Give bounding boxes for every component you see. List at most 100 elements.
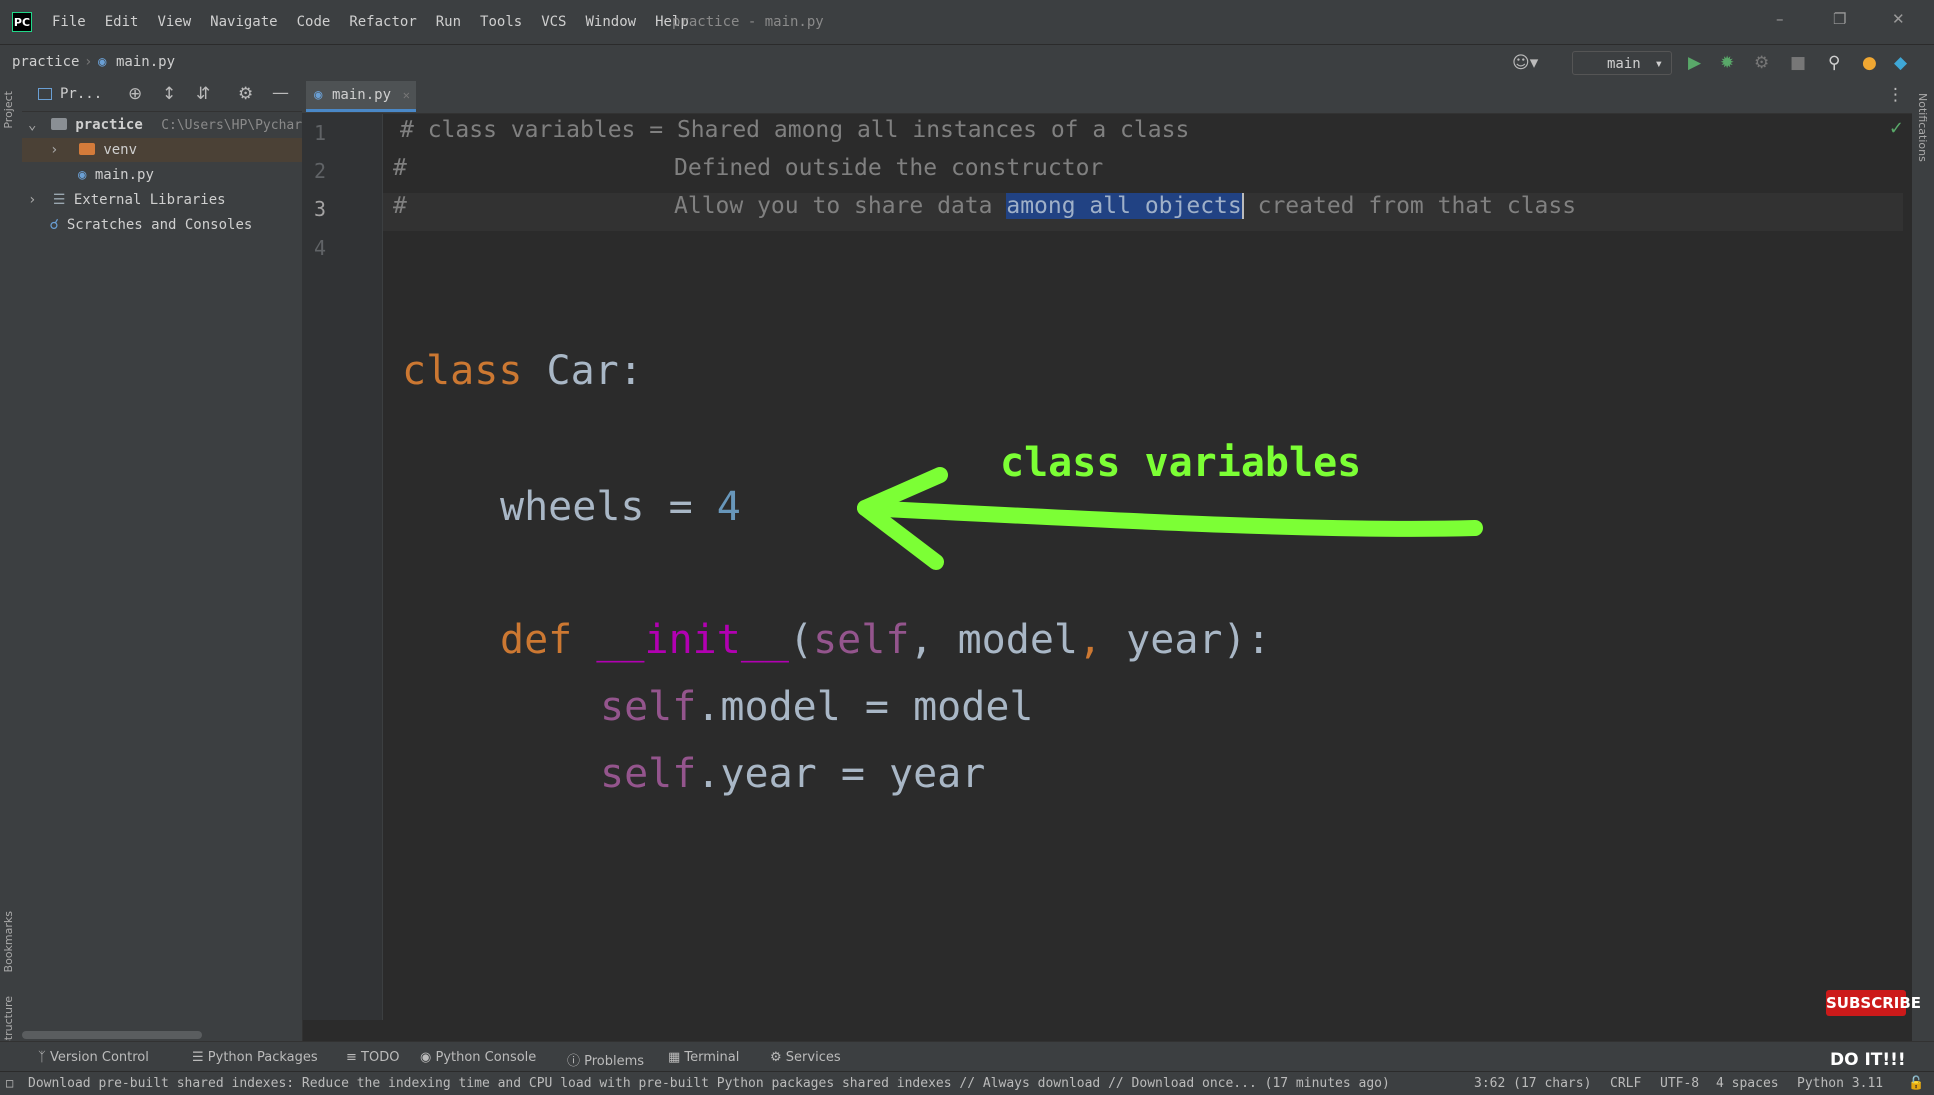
menu-file[interactable]: File	[52, 14, 86, 30]
stop-icon[interactable]: ■	[1790, 53, 1806, 73]
coverage-icon[interactable]: ⚙	[1754, 53, 1769, 73]
restore-icon[interactable]: ❐	[1833, 10, 1846, 28]
caret-position[interactable]: 3:62 (17 chars)	[1474, 1076, 1591, 1091]
tree-item-label: Scratches and Consoles	[66, 217, 253, 233]
file-encoding[interactable]: UTF-8	[1660, 1076, 1699, 1091]
menu-run[interactable]: Run	[436, 14, 461, 30]
notifications-tool-label[interactable]: Notifications	[1916, 93, 1929, 162]
toolwindow-python-packages[interactable]: ☰ Python Packages	[192, 1050, 318, 1065]
wheels-assignment: wheels =	[500, 484, 717, 530]
tree-item-main-py[interactable]: ◉ main.py	[78, 163, 154, 187]
menu-navigate[interactable]: Navigate	[210, 14, 277, 30]
structure-tool-label[interactable]: Structure	[2, 996, 15, 1047]
line-number: 2	[313, 159, 326, 183]
project-panel-header: Pr... ⊕ ↕ ⇵ ⚙ —	[22, 81, 302, 112]
collapse-all-icon[interactable]: ⇵	[196, 84, 210, 104]
menu-tools[interactable]: Tools	[480, 14, 522, 30]
menu-vcs[interactable]: VCS	[541, 14, 566, 30]
text-selection: among all objects	[1006, 193, 1242, 219]
code-wheels-line: wheels = 4	[500, 484, 741, 530]
minimize-icon[interactable]: –	[1776, 10, 1784, 28]
bookmarks-tool-label[interactable]: Bookmarks	[2, 911, 15, 972]
toolwindow-problems[interactable]: ⓘ Problems	[567, 1050, 644, 1069]
breadcrumb-file[interactable]: main.py	[116, 54, 175, 70]
comment-line-1: # class variables = Shared among all ins…	[400, 117, 1190, 143]
locate-icon[interactable]: ⊕	[128, 84, 142, 104]
python-interpreter[interactable]: Python 3.11	[1797, 1076, 1883, 1091]
updates-icon[interactable]: ●	[1862, 53, 1877, 73]
python-file-icon: ◉	[314, 87, 323, 103]
close-tab-icon[interactable]: ✕	[403, 81, 410, 109]
year-assignment: .year = year	[696, 751, 986, 797]
debug-icon[interactable]: ✹	[1720, 53, 1734, 73]
annotation-arrow-icon	[857, 467, 1483, 570]
keyword-def: def	[500, 617, 573, 663]
menu-refactor[interactable]: Refactor	[349, 14, 416, 30]
close-icon[interactable]: ✕	[1892, 10, 1905, 28]
menu-window[interactable]: Window	[586, 14, 637, 30]
status-icon: □	[6, 1076, 14, 1090]
search-icon[interactable]: ⚲	[1828, 53, 1840, 73]
status-message[interactable]: Download pre-built shared indexes: Reduc…	[28, 1076, 1390, 1091]
comment-hash-3: #	[393, 193, 407, 219]
comment-line-2: Defined outside the constructor	[674, 155, 1104, 181]
do-it-caption: DO IT!!!	[1830, 1050, 1906, 1070]
project-panel-title[interactable]: Pr...	[60, 86, 102, 102]
line-separator[interactable]: CRLF	[1610, 1076, 1641, 1091]
project-tool-window: Pr... ⊕ ↕ ⇵ ⚙ — ⌄ practice C:\Users\HP\P…	[22, 81, 303, 1041]
horizontal-scrollbar[interactable]	[22, 1031, 202, 1039]
folder-icon	[50, 118, 67, 130]
toolwindow-services[interactable]: ⚙ Services	[770, 1050, 841, 1065]
chevron-down-icon: ⌄	[28, 117, 37, 133]
toolwindow-python-console[interactable]: ◉ Python Console	[420, 1050, 536, 1065]
gear-icon[interactable]: ⚙	[238, 84, 253, 104]
param-comma: ,	[1078, 617, 1103, 663]
toolwindow-label: Python Console	[435, 1050, 537, 1065]
navigation-bar: practice › ◉ main.py ☺▾ main ▾ ▶ ✹ ⚙ ■ ⚲…	[0, 44, 1934, 82]
lock-icon[interactable]: 🔓	[1908, 1076, 1924, 1091]
terminal-icon: ▦	[668, 1050, 685, 1065]
jetbrains-icon[interactable]: ◆	[1894, 53, 1907, 73]
breadcrumb-project[interactable]: practice	[12, 54, 79, 70]
run-config-label: main	[1607, 56, 1641, 72]
tree-item-path: C:\Users\HP\Pychar	[161, 118, 303, 133]
menu-view[interactable]: View	[157, 14, 191, 30]
params-open: (	[789, 617, 814, 663]
tree-item-label: main.py	[94, 167, 154, 183]
console-icon: ◉	[420, 1050, 436, 1065]
toolwindow-terminal[interactable]: ▦ Terminal	[668, 1050, 739, 1065]
tab-main-py[interactable]: ◉ main.py ✕	[306, 81, 416, 112]
tab-label: main.py	[332, 87, 392, 103]
run-icon[interactable]: ▶	[1688, 53, 1701, 73]
indent-setting[interactable]: 4 spaces	[1716, 1076, 1779, 1091]
hide-icon[interactable]: —	[272, 83, 289, 103]
toolwindow-label: Terminal	[684, 1050, 740, 1065]
project-view-icon	[38, 88, 52, 100]
menu-bar: File Edit View Navigate Code Refactor Ru…	[52, 0, 708, 44]
toolwindow-label: Problems	[584, 1054, 645, 1069]
project-tool-label[interactable]: Project	[2, 91, 15, 129]
class-name: Car:	[522, 348, 643, 394]
check-icon: ✓	[1888, 118, 1904, 139]
tree-item-external-libraries[interactable]: › ☰ External Libraries	[28, 188, 226, 212]
toolwindow-version-control[interactable]: ᛉ Version Control	[38, 1050, 149, 1065]
window-title: practice - main.py	[672, 14, 824, 30]
menu-edit[interactable]: Edit	[105, 14, 139, 30]
tree-item-venv[interactable]: › venv	[22, 138, 302, 162]
menu-code[interactable]: Code	[297, 14, 331, 30]
chevron-right-icon: ›	[28, 192, 37, 208]
toolwindow-todo[interactable]: ≡ TODO	[346, 1050, 399, 1065]
tree-item-label: External Libraries	[73, 192, 226, 208]
user-icon[interactable]: ☺▾	[1512, 53, 1538, 73]
comment-hash-2: #	[393, 155, 407, 181]
expand-all-icon[interactable]: ↕	[162, 84, 176, 104]
library-icon: ☰	[52, 192, 66, 208]
line-number: 3	[313, 197, 326, 221]
more-options-icon[interactable]: ⋮	[1887, 85, 1904, 105]
tree-item-scratches[interactable]: ☌ Scratches and Consoles	[50, 213, 252, 237]
folder-icon	[78, 143, 95, 155]
code-self-year-line: self.year = year	[600, 751, 985, 797]
run-configuration-select[interactable]: main ▾	[1572, 51, 1672, 75]
services-icon: ⚙	[770, 1050, 786, 1065]
tree-item-practice[interactable]: ⌄ practice C:\Users\HP\Pychar	[28, 113, 302, 137]
